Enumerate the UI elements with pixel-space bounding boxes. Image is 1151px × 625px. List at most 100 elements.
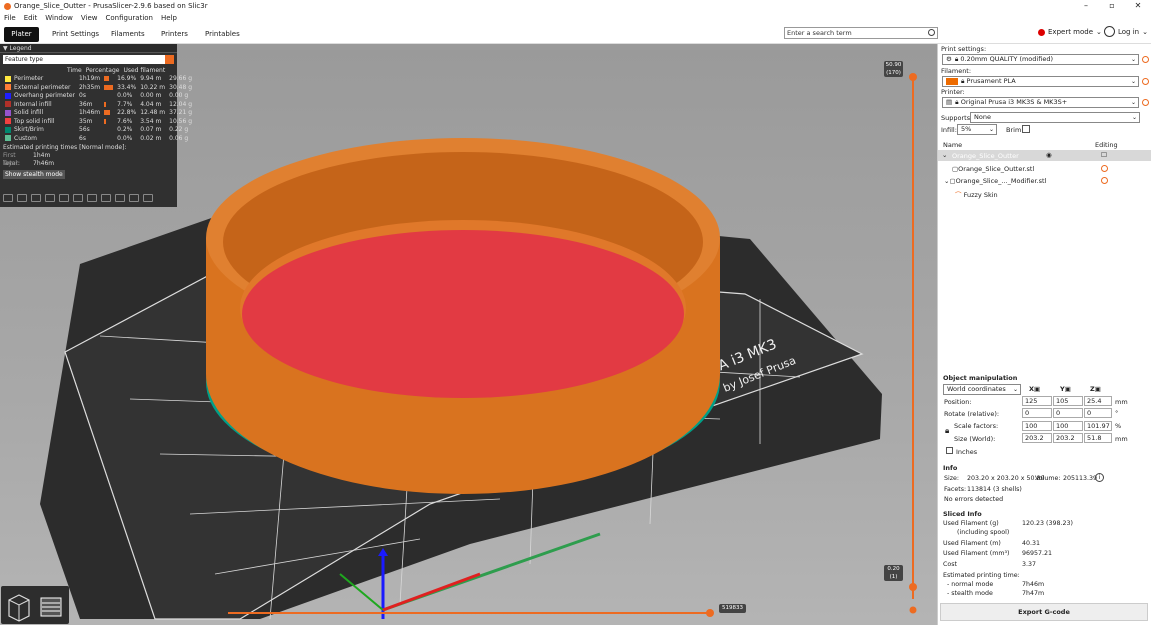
sliced-info-header: Sliced Info xyxy=(943,510,982,518)
normal-mode-value: 7h46m xyxy=(1022,581,1045,588)
vertical-slider-top-value: 50.90 (170) xyxy=(884,61,903,77)
eye-icon[interactable]: ◉ xyxy=(1046,151,1052,159)
menu-window[interactable]: Window xyxy=(45,14,73,22)
info-icon[interactable]: i xyxy=(1095,473,1104,482)
part-gear-icon[interactable] xyxy=(1101,165,1108,172)
legend-grams: 10.56 g xyxy=(169,117,193,125)
object-row-selected[interactable]: ⌄ Orange_Slice_Outter ◉ ☐ xyxy=(938,150,1151,161)
wipe-icon[interactable] xyxy=(17,194,27,202)
legend-meters: 0.07 m xyxy=(140,126,162,134)
legend-row[interactable]: Perimeter 1h19m 16.9% 9.94 m 29.66 g xyxy=(3,75,194,84)
expand-icon[interactable]: ⌄ xyxy=(942,151,947,159)
legend-time: 0s xyxy=(79,92,86,100)
col-pct: Percentage xyxy=(85,66,120,74)
custom-gcode-icon[interactable] xyxy=(115,194,125,202)
inches-checkbox[interactable] xyxy=(946,447,953,454)
legend-row[interactable]: External perimeter 2h35m 33.4% 10.22 m 30.48… xyxy=(3,83,194,92)
printer-select[interactable]: ▤ 🔒︎ Original Prusa i3 MK3S & MK3S+ ⌄ xyxy=(942,97,1139,108)
filament-select[interactable]: 🔒︎ Prusament PLA ⌄ xyxy=(942,76,1139,87)
center-of-gravity-icon[interactable] xyxy=(129,194,139,202)
minimize-button[interactable]: – xyxy=(1073,0,1099,12)
legend-row[interactable]: Solid infill 1h46m 22.8% 12.48 m 37.21 g xyxy=(3,109,194,118)
tab-filaments[interactable]: Filaments xyxy=(101,27,155,42)
tree-item-modifier-stl[interactable]: ⌄▢Orange_Slice_..._Modifier.stl xyxy=(944,177,1046,185)
expert-mode-dot-icon xyxy=(1038,28,1045,36)
3d-view-icon[interactable] xyxy=(8,594,30,622)
legend-row[interactable]: Custom 6s 0.0% 0.02 m 0.06 g xyxy=(3,134,194,143)
seam-icon[interactable] xyxy=(59,194,69,202)
brim-checkbox[interactable] xyxy=(1022,125,1030,133)
tree-item-fuzzy-skin[interactable]: ⌒ Fuzzy Skin xyxy=(955,189,998,199)
menu-view[interactable]: View xyxy=(81,14,98,22)
supports-select[interactable]: None ⌄ xyxy=(970,112,1140,123)
tab-printers[interactable]: Printers xyxy=(151,27,198,42)
brim-label: Brim: xyxy=(1006,126,1024,134)
search-icon[interactable] xyxy=(928,29,935,36)
coordinates-select[interactable]: World coordinates ⌄ xyxy=(943,384,1021,395)
feature-type-select[interactable]: Feature type xyxy=(3,55,174,64)
vertical-slider-bottom-handle[interactable] xyxy=(909,583,917,591)
retraction-icon[interactable] xyxy=(31,194,41,202)
menu-file[interactable]: File xyxy=(4,14,16,22)
tab-print-settings[interactable]: Print Settings xyxy=(42,27,109,42)
size-y-input[interactable]: 203.2 xyxy=(1053,433,1083,443)
legend-row[interactable]: Overhang perimeter 0s 0.0% 0.00 m 0.00 g xyxy=(3,92,194,101)
tab-printables[interactable]: Printables xyxy=(195,27,250,42)
search-input[interactable]: Enter a search term xyxy=(784,27,938,39)
rotate-z-input[interactable]: 0 xyxy=(1084,408,1112,418)
tool-change-icon[interactable] xyxy=(73,194,83,202)
size-x-input[interactable]: 203.2 xyxy=(1022,433,1052,443)
scale-unit: % xyxy=(1115,422,1122,430)
position-z-input[interactable]: 25.4 xyxy=(1084,396,1112,406)
close-button[interactable]: ✕ xyxy=(1125,0,1151,12)
show-stealth-mode-button[interactable]: Show stealth mode xyxy=(3,169,65,179)
tab-plater[interactable]: Plater xyxy=(4,27,39,42)
mode-selector[interactable]: Expert mode ⌄ xyxy=(1038,28,1102,36)
scale-y-input[interactable]: 100 xyxy=(1053,421,1083,431)
info-size-value: 203.20 x 203.20 x 50.80 xyxy=(967,475,1045,482)
legend-grams: 0.00 g xyxy=(169,92,189,100)
menu-configuration[interactable]: Configuration xyxy=(106,14,153,22)
filament-gear-icon[interactable] xyxy=(1142,78,1149,85)
color-change-icon[interactable] xyxy=(87,194,97,202)
menu-help[interactable]: Help xyxy=(161,14,177,22)
login-button[interactable]: Log in ⌄ xyxy=(1104,26,1148,37)
horizontal-slider-value: 519833 xyxy=(719,604,746,613)
user-icon xyxy=(1104,26,1115,37)
slider-settings-icon[interactable] xyxy=(909,606,917,614)
legend-row[interactable]: Top solid infill 35m 7.6% 3.54 m 10.56 g xyxy=(3,117,194,126)
maximize-button[interactable]: ▫ xyxy=(1099,0,1125,12)
edit-icon[interactable]: ☐ xyxy=(1101,151,1107,159)
preview-layers-icon[interactable] xyxy=(40,597,62,617)
modifier-gear-icon[interactable] xyxy=(1101,177,1108,184)
legend-feature-name: Overhang perimeter xyxy=(14,92,76,100)
printer-gear-icon[interactable] xyxy=(1142,99,1149,106)
legend-row[interactable]: Skirt/Brim 56s 0.2% 0.07 m 0.22 g xyxy=(3,126,194,135)
col-used: Used filament xyxy=(123,66,166,74)
scale-z-input[interactable]: 101.97 xyxy=(1084,421,1112,431)
export-gcode-button[interactable]: Export G-code xyxy=(940,603,1148,621)
horizontal-slider-handle[interactable] xyxy=(706,609,714,617)
legend-title: Legend xyxy=(9,45,32,52)
legend-row[interactable]: Internal infill 36m 7.7% 4.04 m 12.04 g xyxy=(3,100,194,109)
pause-icon[interactable] xyxy=(101,194,111,202)
tree-item-outter-stl[interactable]: ▢Orange_Slice_Outter.stl xyxy=(952,165,1034,173)
rotate-x-input[interactable]: 0 xyxy=(1022,408,1052,418)
deretraction-icon[interactable] xyxy=(45,194,55,202)
infill-select[interactable]: 5% ⌄ xyxy=(957,124,997,135)
rotate-y-input[interactable]: 0 xyxy=(1053,408,1083,418)
menu-edit[interactable]: Edit xyxy=(24,14,38,22)
size-z-input[interactable]: 51.8 xyxy=(1084,433,1112,443)
legend-header[interactable]: ▼ Legend xyxy=(0,44,177,53)
travel-icon[interactable] xyxy=(3,194,13,202)
shells-icon[interactable] xyxy=(143,194,153,202)
print-settings-select[interactable]: ⚙ 🔒︎ 0.20mm QUALITY (modified) ⌄ xyxy=(942,54,1139,65)
position-x-input[interactable]: 125 xyxy=(1022,396,1052,406)
legend-pct: 7.7% xyxy=(117,100,133,108)
vertical-slider-top-handle[interactable] xyxy=(909,73,917,81)
lock-scale-icon[interactable]: 🔒︎ xyxy=(945,426,949,436)
print-settings-gear-icon[interactable] xyxy=(1142,56,1149,63)
position-y-input[interactable]: 105 xyxy=(1053,396,1083,406)
scale-x-input[interactable]: 100 xyxy=(1022,421,1052,431)
used-filament-mm3-value: 96957.21 xyxy=(1022,550,1053,557)
